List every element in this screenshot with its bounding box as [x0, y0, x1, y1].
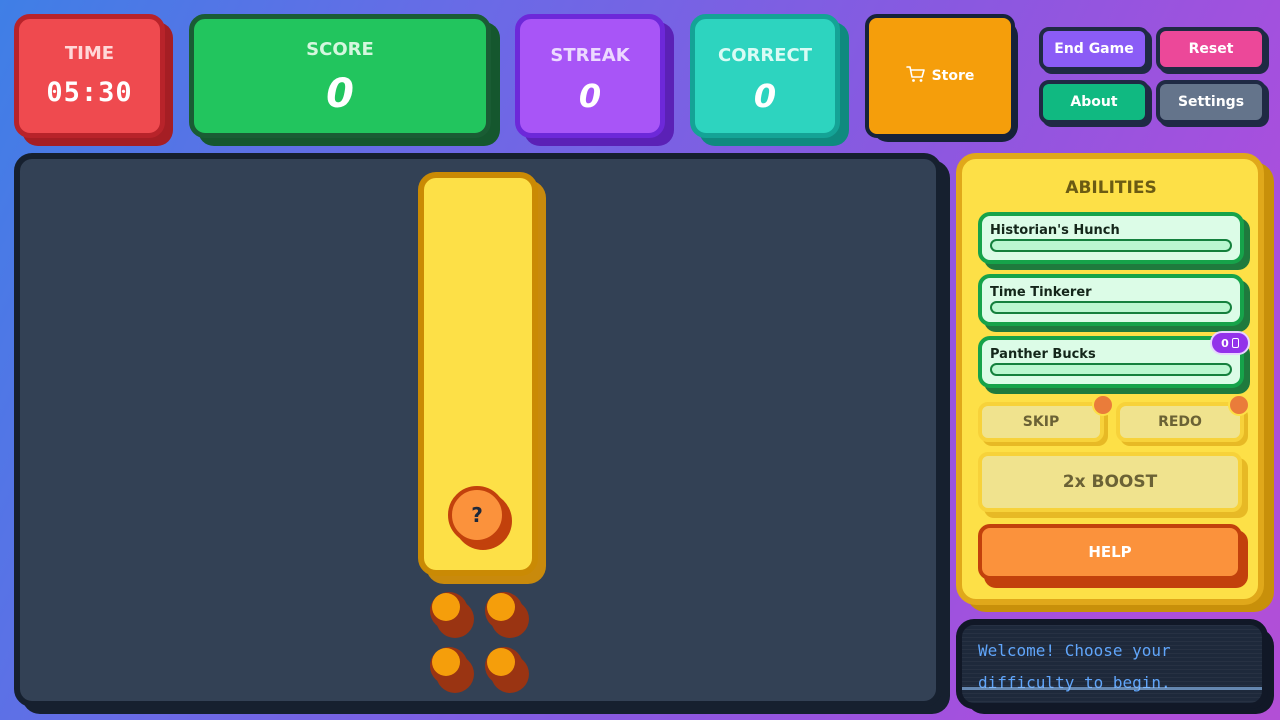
- redo-button[interactable]: REDO: [1116, 402, 1244, 442]
- score-label: SCORE: [306, 39, 374, 60]
- correct-card: CORRECT 0: [690, 14, 840, 138]
- streak-card: STREAK 0: [515, 14, 665, 138]
- coin-icon: [1231, 338, 1239, 348]
- time-label: TIME: [64, 43, 115, 64]
- ability-name: Panther Bucks: [990, 347, 1096, 362]
- time-card: TIME 05:30: [14, 14, 165, 138]
- score-value: 0: [326, 71, 354, 117]
- correct-value: 0: [753, 77, 777, 115]
- token-coin[interactable]: [430, 592, 474, 638]
- token-coin[interactable]: [485, 647, 529, 693]
- store-button[interactable]: Store: [865, 14, 1015, 138]
- ability-progress-bar: [990, 301, 1232, 314]
- time-value: 05:30: [46, 77, 133, 108]
- about-button[interactable]: About: [1039, 80, 1149, 124]
- correct-label: CORRECT: [717, 45, 813, 66]
- mystery-coin[interactable]: ?: [448, 486, 506, 544]
- store-label: Store: [931, 68, 975, 84]
- ability-historians-hunch[interactable]: Historian's Hunch: [978, 212, 1244, 264]
- message-box: Welcome! Choose your difficulty to begin…: [956, 619, 1268, 709]
- help-button[interactable]: HELP: [978, 524, 1242, 580]
- streak-label: STREAK: [550, 45, 630, 66]
- ability-progress-bar: [990, 363, 1232, 376]
- end-game-button[interactable]: End Game: [1039, 27, 1149, 71]
- score-card: SCORE 0: [189, 14, 491, 138]
- skip-indicator-dot: [1092, 394, 1114, 416]
- cart-icon: [905, 65, 926, 87]
- bucks-badge: 0: [1210, 331, 1250, 355]
- ability-name: Time Tinkerer: [990, 285, 1092, 300]
- bucks-count: 0: [1221, 336, 1229, 350]
- redo-indicator-dot: [1228, 394, 1250, 416]
- scanline-glow: [962, 687, 1262, 690]
- token-coin[interactable]: [430, 647, 474, 693]
- ability-time-tinkerer[interactable]: Time Tinkerer: [978, 274, 1244, 326]
- ability-name: Historian's Hunch: [990, 223, 1120, 238]
- boost-button[interactable]: 2x BOOST: [978, 452, 1242, 512]
- token-coin[interactable]: [485, 592, 529, 638]
- skip-button[interactable]: SKIP: [978, 402, 1104, 442]
- ability-panther-bucks[interactable]: Panther Bucks: [978, 336, 1244, 388]
- streak-value: 0: [578, 77, 602, 115]
- ability-progress-bar: [990, 239, 1232, 252]
- settings-button[interactable]: Settings: [1156, 80, 1266, 124]
- reset-button[interactable]: Reset: [1156, 27, 1266, 71]
- abilities-title: ABILITIES: [1065, 178, 1157, 198]
